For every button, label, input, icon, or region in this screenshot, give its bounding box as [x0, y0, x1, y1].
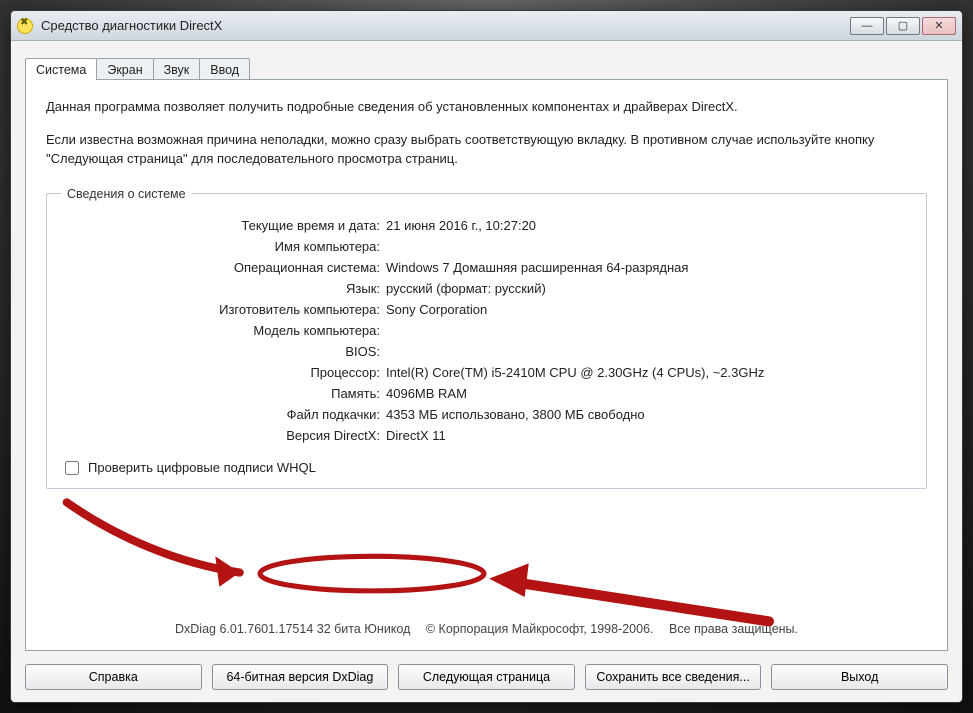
- save-all-button[interactable]: Сохранить все сведения...: [585, 664, 762, 690]
- label-os: Операционная система:: [61, 260, 386, 275]
- label-manufacturer: Изготовитель компьютера:: [61, 302, 386, 317]
- close-button[interactable]: ✕: [922, 17, 956, 35]
- label-language: Язык:: [61, 281, 386, 296]
- label-computer-name: Имя компьютера:: [61, 239, 386, 254]
- footer-build: DxDiag 6.01.7601.17514 32 бита Юникод: [175, 622, 410, 636]
- row-bios: BIOS:: [61, 341, 912, 362]
- row-computer-name: Имя компьютера:: [61, 236, 912, 257]
- value-memory: 4096MB RAM: [386, 386, 912, 401]
- footer-rights: Все права защищены.: [669, 622, 798, 636]
- row-cpu: Процессор: Intel(R) Core(TM) i5-2410M CP…: [61, 362, 912, 383]
- value-model: [386, 323, 912, 338]
- label-memory: Память:: [61, 386, 386, 401]
- tab-system[interactable]: Система: [25, 58, 97, 80]
- tabstrip: Система Экран Звук Ввод: [25, 53, 948, 80]
- value-directx-version: DirectX 11: [386, 428, 912, 443]
- whql-row: Проверить цифровые подписи WHQL: [61, 458, 912, 478]
- footer-copyright: © Корпорация Майкрософт, 1998-2006.: [426, 622, 654, 636]
- next-page-button[interactable]: Следующая страница: [398, 664, 575, 690]
- intro-text-1: Данная программа позволяет получить подр…: [46, 98, 927, 117]
- tab-input[interactable]: Ввод: [199, 58, 250, 80]
- row-datetime: Текущие время и дата: 21 июня 2016 г., 1…: [61, 215, 912, 236]
- tab-sound[interactable]: Звук: [153, 58, 201, 80]
- row-manufacturer: Изготовитель компьютера: Sony Corporatio…: [61, 299, 912, 320]
- value-language: русский (формат: русский): [386, 281, 912, 296]
- value-pagefile: 4353 МБ использовано, 3800 МБ свободно: [386, 407, 912, 422]
- row-memory: Память: 4096MB RAM: [61, 383, 912, 404]
- exit-button[interactable]: Выход: [771, 664, 948, 690]
- system-info-legend: Сведения о системе: [61, 187, 192, 201]
- window-title: Средство диагностики DirectX: [41, 18, 850, 33]
- footer-line: DxDiag 6.01.7601.17514 32 бита Юникод © …: [46, 622, 927, 636]
- value-computer-name: [386, 239, 912, 254]
- label-directx-version: Версия DirectX:: [61, 428, 386, 443]
- value-datetime: 21 июня 2016 г., 10:27:20: [386, 218, 912, 233]
- value-os: Windows 7 Домашняя расширенная 64-разряд…: [386, 260, 912, 275]
- app-icon: [17, 18, 33, 34]
- row-model: Модель компьютера:: [61, 320, 912, 341]
- minimize-button[interactable]: —: [850, 17, 884, 35]
- label-model: Модель компьютера:: [61, 323, 386, 338]
- label-pagefile: Файл подкачки:: [61, 407, 386, 422]
- whql-checkbox[interactable]: [65, 461, 79, 475]
- label-datetime: Текущие время и дата:: [61, 218, 386, 233]
- label-bios: BIOS:: [61, 344, 386, 359]
- window-controls: — ▢ ✕: [850, 17, 956, 35]
- tab-panel-system: Данная программа позволяет получить подр…: [25, 79, 948, 651]
- value-cpu: Intel(R) Core(TM) i5-2410M CPU @ 2.30GHz…: [386, 365, 912, 380]
- window: Средство диагностики DirectX — ▢ ✕ Систе…: [10, 10, 963, 703]
- value-manufacturer: Sony Corporation: [386, 302, 912, 317]
- system-info-group: Сведения о системе Текущие время и дата:…: [46, 187, 927, 489]
- client-area: Система Экран Звук Ввод Данная программа…: [11, 41, 962, 702]
- row-language: Язык: русский (формат: русский): [61, 278, 912, 299]
- value-bios: [386, 344, 912, 359]
- titlebar: Средство диагностики DirectX — ▢ ✕: [11, 11, 962, 41]
- whql-label[interactable]: Проверить цифровые подписи WHQL: [88, 460, 316, 475]
- button-bar: Справка 64-битная версия DxDiag Следующа…: [25, 664, 948, 690]
- maximize-button[interactable]: ▢: [886, 17, 920, 35]
- row-os: Операционная система: Windows 7 Домашняя…: [61, 257, 912, 278]
- row-directx-version: Версия DirectX: DirectX 11: [61, 425, 912, 446]
- label-cpu: Процессор:: [61, 365, 386, 380]
- intro-text-2: Если известна возможная причина неполадк…: [46, 131, 927, 169]
- run-64bit-button[interactable]: 64-битная версия DxDiag: [212, 664, 389, 690]
- row-pagefile: Файл подкачки: 4353 МБ использовано, 380…: [61, 404, 912, 425]
- help-button[interactable]: Справка: [25, 664, 202, 690]
- tab-display[interactable]: Экран: [96, 58, 153, 80]
